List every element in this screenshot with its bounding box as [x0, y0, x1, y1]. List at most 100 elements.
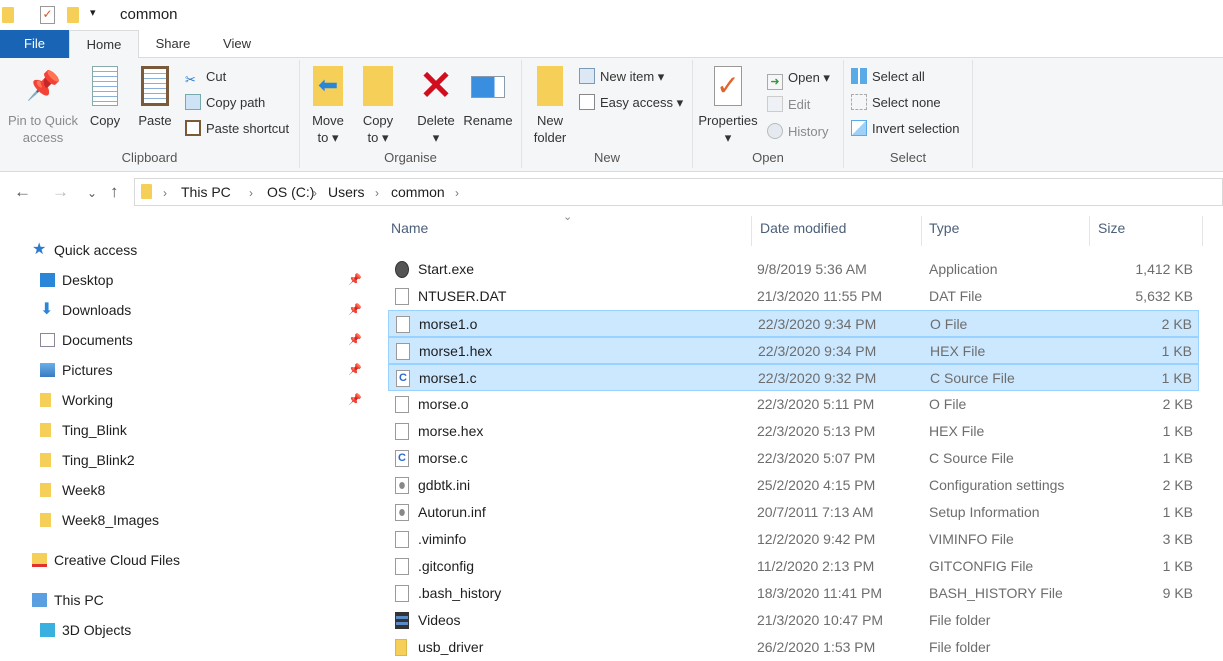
file-row[interactable]: Cmorse1.c 22/3/2020 9:32 PM C Source File 1… [388, 364, 1199, 391]
nav-item-3d-objects[interactable]: 3D Objects [0, 616, 368, 644]
new-item-button[interactable]: New item ▾ [579, 66, 664, 88]
file-row[interactable]: morse.o 22/3/2020 5:11 PM O File 2 KB [388, 391, 1199, 418]
breadcrumb-common[interactable]: common [391, 184, 445, 200]
column-header-name[interactable]: Name [391, 220, 428, 236]
column-divider[interactable] [751, 216, 752, 246]
nav-item-working[interactable]: Working 📌 [0, 386, 368, 414]
nav-item-ting-blink[interactable]: Ting_Blink [0, 416, 368, 444]
breadcrumb-chevron[interactable]: › [455, 186, 459, 200]
file-type: O File [930, 316, 968, 332]
file-row[interactable]: morse1.o 22/3/2020 9:34 PM O File 2 KB [388, 310, 1199, 337]
file-size: 1 KB [1162, 450, 1193, 466]
column-divider[interactable] [1089, 216, 1090, 246]
download-icon: ⬇ [40, 301, 54, 318]
easy-access-button[interactable]: Easy access ▾ [579, 92, 683, 114]
paste-shortcut-button[interactable]: Paste shortcut [185, 118, 289, 140]
pinned-icon[interactable]: 📌 [348, 356, 362, 384]
copy-to-button[interactable]: Copy to ▾ [358, 66, 398, 146]
app-icon [395, 261, 409, 278]
nav-item-week8-images[interactable]: Week8_Images [0, 506, 368, 534]
column-divider[interactable] [921, 216, 922, 246]
history-button[interactable]: History [767, 121, 828, 143]
file-size: 2 KB [1162, 477, 1193, 493]
new-folder-quick-icon[interactable] [67, 7, 79, 23]
tab-home[interactable]: Home [69, 30, 139, 59]
open-button[interactable]: ➜ Open ▾ [767, 67, 830, 90]
file-row[interactable]: morse1.hex 22/3/2020 9:34 PM HEX File 1 KB [388, 337, 1199, 364]
nav-item-ting-blink2[interactable]: Ting_Blink2 [0, 446, 368, 474]
pinned-icon[interactable]: 📌 [348, 296, 362, 324]
nav-item-downloads[interactable]: ⬇ Downloads 📌 [0, 296, 368, 324]
file-row[interactable]: .bash_history 18/3/2020 11:41 PM BASH_HIST… [388, 580, 1199, 607]
copy-button[interactable]: Copy [84, 66, 126, 129]
move-to-icon: ⬅ [313, 66, 343, 106]
pinned-icon[interactable]: 📌 [348, 266, 362, 294]
new-item-icon [579, 68, 595, 84]
file-row[interactable]: Cmorse.c 22/3/2020 5:07 PM C Source File 1 … [388, 445, 1199, 472]
edit-button[interactable]: Edit [767, 94, 810, 116]
forward-arrow-icon[interactable]: → [52, 182, 69, 202]
up-arrow-icon[interactable]: ↑ [110, 182, 119, 202]
pinned-icon[interactable]: 📌 [348, 386, 362, 414]
pinned-icon[interactable]: 📌 [348, 326, 362, 354]
nav-item-week8[interactable]: Week8 [0, 476, 368, 504]
nav-item-this-pc[interactable]: This PC [0, 586, 368, 614]
address-bar[interactable]: › This PC › OS (C:) › Users › common › [134, 178, 1223, 206]
file-type: HEX File [929, 423, 985, 439]
pin-to-quick-access-button[interactable]: 📌 Pin to Quick access [4, 66, 82, 146]
new-folder-button[interactable]: New folder [530, 66, 570, 146]
file-name: morse1.o [419, 316, 478, 332]
nav-item-desktop[interactable]: Desktop 📌 [0, 266, 368, 294]
properties-button[interactable]: ✓ Properties ▾ [697, 66, 759, 146]
file-row[interactable]: .viminfo 12/2/2020 9:42 PM VIMINFO File 3 K… [388, 526, 1199, 553]
select-none-button[interactable]: Select none [851, 92, 941, 114]
file-row[interactable]: Autorun.inf 20/7/2011 7:13 AM Setup Inform… [388, 499, 1199, 526]
file-row[interactable]: morse.hex 22/3/2020 5:13 PM HEX File 1 KB [388, 418, 1199, 445]
nav-item-pictures[interactable]: Pictures 📌 [0, 356, 368, 384]
file-type: File folder [929, 612, 991, 628]
file-row[interactable]: gdbtk.ini 25/2/2020 4:15 PM Configuration … [388, 472, 1199, 499]
file-date: 22/3/2020 9:32 PM [758, 370, 877, 386]
properties-quick-icon[interactable]: ✓ [40, 6, 55, 24]
file-name: .viminfo [418, 531, 467, 547]
rename-icon [471, 76, 505, 98]
file-row[interactable]: NTUSER.DAT 21/3/2020 11:55 PM DAT File 5,63… [388, 283, 1199, 310]
nav-item-creative-cloud-files[interactable]: Creative Cloud Files [0, 546, 368, 574]
tab-view[interactable]: View [206, 30, 268, 58]
column-divider[interactable] [1202, 216, 1203, 246]
breadcrumb-this-pc[interactable]: This PC [181, 184, 231, 200]
file-row[interactable]: usb_driver 26/2/2020 1:53 PM File folder [388, 634, 1199, 661]
rename-button[interactable]: Rename [462, 66, 514, 129]
column-header-date[interactable]: Date modified [760, 220, 846, 236]
file-row[interactable]: Videos 21/3/2020 10:47 PM File folder [388, 607, 1199, 634]
cut-button[interactable]: ✂ Cut [185, 66, 226, 88]
tab-file[interactable]: File [0, 30, 69, 58]
move-to-button[interactable]: ⬅ Move to ▾ [308, 66, 348, 146]
settings-file-icon [395, 477, 409, 494]
file-size: 1 KB [1162, 423, 1193, 439]
breadcrumb-os-c[interactable]: OS (C:) [267, 184, 314, 200]
file-size: 2 KB [1161, 316, 1192, 332]
file-row[interactable]: Start.exe 9/8/2019 5:36 AM Application 1,41… [388, 256, 1199, 283]
navigation-pane: ★ Quick access Desktop 📌 ⬇ Downloads 📌 Document… [0, 212, 368, 653]
edit-icon [767, 96, 783, 112]
invert-selection-button[interactable]: Invert selection [851, 118, 959, 140]
folder-icon [40, 483, 51, 497]
column-header-size[interactable]: Size [1098, 220, 1125, 236]
column-header-type[interactable]: Type [929, 220, 959, 236]
file-name: morse.hex [418, 423, 484, 439]
nav-item-quick-access[interactable]: ★ Quick access [0, 236, 368, 264]
select-all-button[interactable]: Select all [851, 66, 925, 88]
tab-share[interactable]: Share [140, 30, 206, 58]
copy-path-button[interactable]: Copy path [185, 92, 265, 114]
back-arrow-icon[interactable]: ← [14, 182, 31, 202]
recent-locations-chevron-icon[interactable]: ⌄ [87, 186, 97, 200]
breadcrumb-users[interactable]: Users [328, 184, 365, 200]
file-type: BASH_HISTORY File [929, 585, 1063, 601]
nav-item-documents[interactable]: Documents 📌 [0, 326, 368, 354]
breadcrumb-separator: › [163, 186, 167, 200]
paste-button[interactable]: Paste [134, 66, 176, 129]
file-row[interactable]: .gitconfig 11/2/2020 2:13 PM GITCONFIG Fil… [388, 553, 1199, 580]
customize-toolbar-icon[interactable]: ▾ [90, 6, 96, 19]
delete-button[interactable]: ✕ Delete ▾ [414, 66, 458, 146]
